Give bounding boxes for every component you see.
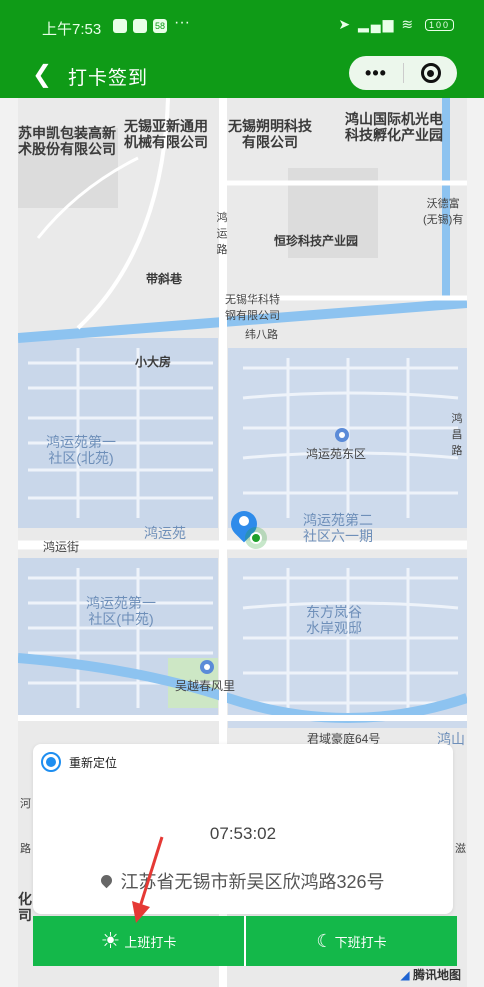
map-label-community: 鸿运苑东区 xyxy=(306,447,367,461)
map-brand: ◢ 腾讯地图 xyxy=(400,968,461,982)
current-address: 江苏省无锡市新吴区欣鸿路326号 xyxy=(33,868,453,894)
relocate-icon xyxy=(41,752,61,772)
map-label-company: 无锡华科特 钢有限公司 xyxy=(225,294,280,322)
more-button[interactable]: ••• xyxy=(349,63,403,84)
map-label-road: 鸿 运 路 xyxy=(216,212,228,256)
map-label-community: 东方岚谷 水岸观邸 xyxy=(306,604,362,636)
status-time: 上午7:53 xyxy=(42,21,102,38)
map-label-company: 苏申凯包装高新 术股份有限公司 xyxy=(18,125,116,157)
nav-bar: ❮ 打卡签到 ••• xyxy=(0,52,484,98)
location-arrow-icon: ➤ xyxy=(338,16,353,32)
status-bar: 上午7:53 58 ··· ➤ ▂▄▆ ≋ 100 xyxy=(0,0,484,52)
map-label-edge: 路 xyxy=(20,843,31,855)
tencent-map-logo: ◢ xyxy=(400,968,410,982)
location-pin-icon xyxy=(99,872,115,889)
map-label-community: 鸿运苑第一 社区(中苑) xyxy=(86,595,156,627)
map-label-edge: 滋 xyxy=(455,843,466,855)
map-label-industrial-park: 恒珍科技产业园 xyxy=(274,234,359,248)
relocate-label: 重新定位 xyxy=(69,755,118,770)
map-label-community: 鸿运苑 xyxy=(144,525,186,541)
chevron-left-icon[interactable]: ❮ xyxy=(32,60,52,89)
annotation-arrow xyxy=(132,836,164,923)
status-right-icons: ➤ ▂▄▆ ≋ 100 xyxy=(338,16,454,33)
map-label-road: 鸿 昌 路 xyxy=(451,413,463,457)
checkin-card: 重新定位 07:53:02 江苏省无锡市新吴区欣鸿路326号 xyxy=(33,744,453,914)
community-poi-icon xyxy=(335,428,349,442)
close-button[interactable] xyxy=(404,63,457,83)
signal-icon: ▂▄▆ xyxy=(358,16,396,32)
check-out-label: 下班打卡 xyxy=(334,934,387,950)
current-time: 07:53:02 xyxy=(209,824,277,843)
app-notification-icon xyxy=(113,19,127,33)
wechat-notification-icon xyxy=(133,19,147,33)
community-poi-icon xyxy=(200,660,214,674)
moon-icon: ☾ xyxy=(316,930,333,951)
map-label-community: 鸿运苑第一 社区(北苑) xyxy=(46,434,116,466)
more-status-icon: ··· xyxy=(174,14,190,31)
map-label-community: 吴越春风里 xyxy=(175,679,236,693)
header: 上午7:53 58 ··· ➤ ▂▄▆ ≋ 100 ❮ 打卡签到 ••• xyxy=(0,0,484,98)
relocate-button[interactable]: 重新定位 xyxy=(41,752,117,772)
map-label-industrial-park: 鸿山国际机光电 科技孵化产业园 xyxy=(345,111,443,143)
map-label-edge: 化 司 xyxy=(18,891,32,923)
sun-icon: ☀ xyxy=(100,928,121,953)
check-in-label: 上班打卡 xyxy=(124,934,177,950)
mini-program-capsule: ••• xyxy=(349,56,457,90)
current-location-dot-icon xyxy=(250,532,262,544)
map-label-company: 沃德富 (无锡)有 xyxy=(423,198,464,226)
wifi-icon: ≋ xyxy=(401,16,416,32)
page-title: 打卡签到 xyxy=(68,68,149,89)
map-label-road: 纬八路 xyxy=(245,329,278,341)
map-label-place: 小大房 xyxy=(135,355,172,369)
check-out-button[interactable]: ☾ 下班打卡 xyxy=(244,916,457,966)
checkin-buttons: ☀ 上班打卡 ☾ 下班打卡 xyxy=(33,916,457,966)
map-label-community: 鸿运苑第二 社区六一期 xyxy=(303,512,373,544)
map-label-street: 带斜巷 xyxy=(146,272,183,286)
map-label-company: 无锡亚新通用 机械有限公司 xyxy=(124,118,208,150)
battery-icon: 100 xyxy=(424,19,454,32)
notification-badge: 58 xyxy=(153,19,167,33)
map-label-company: 无锡朔明科技 有限公司 xyxy=(228,118,312,150)
map-label-street: 鸿运街 xyxy=(43,540,80,554)
target-close-icon xyxy=(420,63,441,83)
map-label-edge: 河 xyxy=(20,798,31,810)
